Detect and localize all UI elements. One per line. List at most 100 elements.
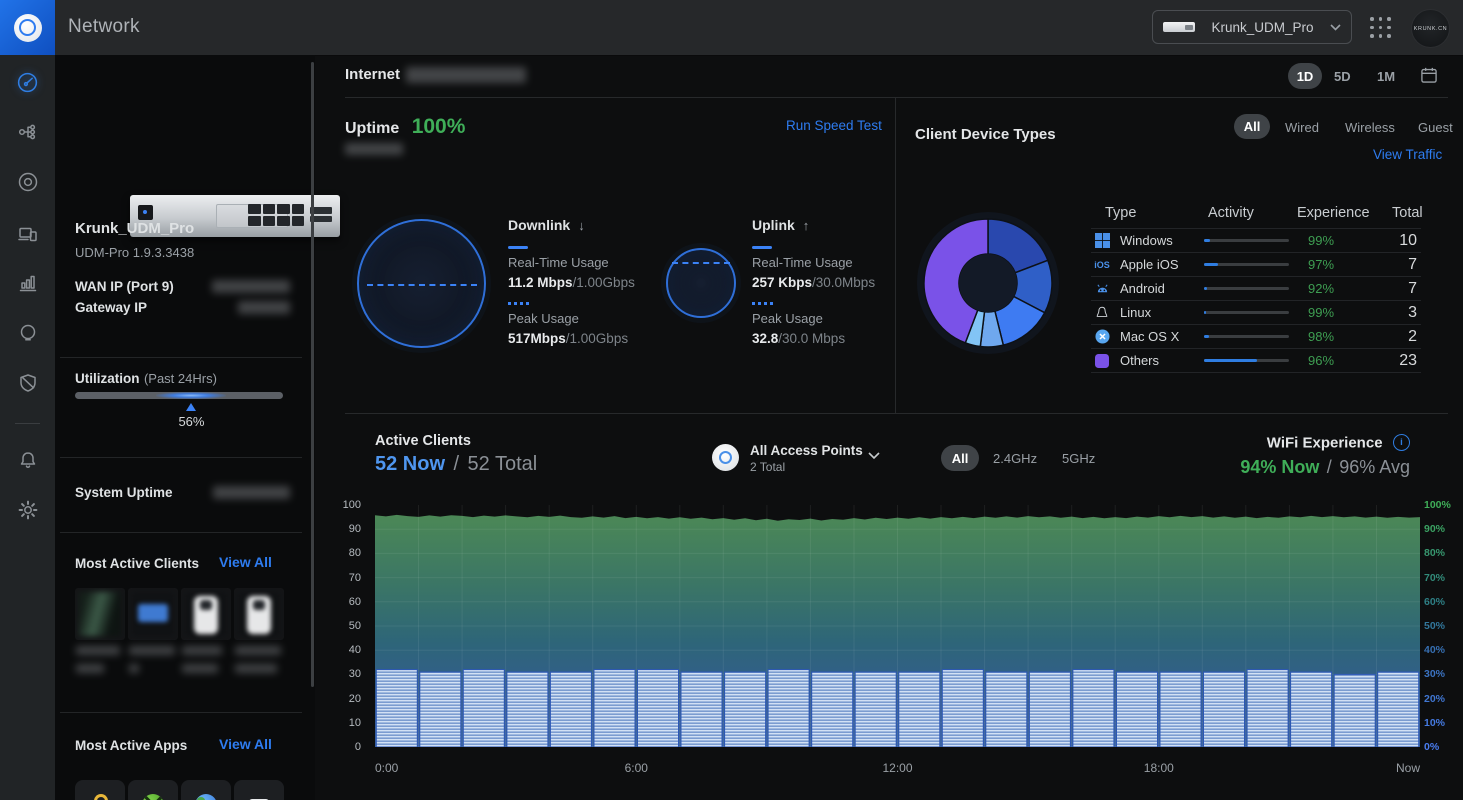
internet-title: Internet [345,66,400,83]
os-name: Windows [1120,233,1204,248]
client-type-row[interactable]: Linux 99% 3 [1091,301,1421,325]
right-axis-tick: 20% [1424,693,1445,705]
os-name: Android [1120,281,1204,296]
apps-grid-button[interactable] [1370,17,1392,39]
utilization-marker-icon [186,403,196,411]
right-axis-tick: 70% [1424,572,1445,584]
client-type-row[interactable]: Windows 99% 10 [1091,228,1421,253]
view-traffic-link[interactable]: View Traffic [1373,147,1442,162]
topbar: Network Krunk_UDM_Pro KRUNK.CN [0,0,1463,56]
column-divider [895,98,896,413]
total-value: 7 [1354,280,1421,298]
peak-legend-icon [752,302,774,305]
client-types-tab-wireless[interactable]: Wireless [1345,120,1395,135]
unifi-network-dashboard: Network Krunk_UDM_Pro KRUNK.CN [0,0,1463,800]
time-range-1d[interactable]: 1D [1288,63,1322,89]
client-type-row[interactable]: iOS Apple iOS 97% 7 [1091,253,1421,277]
insights-bulb-icon [16,321,40,345]
band-tab-all[interactable]: All [941,445,979,471]
client-types-tab-guest[interactable]: Guest [1418,120,1453,135]
linux-icon [1093,305,1111,321]
uplink-realtime-label: Real-Time Usage [752,255,853,270]
left-axis-tick: 20 [349,693,361,705]
nav-topology[interactable] [0,111,55,153]
x-axis: 0:006:0012:0018:00Now [375,761,1420,777]
x-axis-tick: 12:00 [882,761,912,775]
nav-dashboard[interactable] [0,61,55,103]
column-header-experience: Experience [1297,205,1370,221]
client-types-tab-all[interactable]: All [1234,114,1270,139]
total-value: 23 [1354,352,1421,370]
experience-value: 92% [1308,281,1354,296]
account-avatar[interactable]: KRUNK.CN [1411,9,1450,48]
calendar-button[interactable] [1419,65,1439,90]
client-type-row[interactable]: Android 92% 7 [1091,277,1421,301]
left-axis-tick: 0 [355,741,361,753]
total-value: 7 [1354,256,1421,274]
realtime-legend-icon [508,246,528,249]
wan-ip-label: WAN IP (Port 9) [75,279,174,294]
info-icon[interactable]: i [1393,434,1410,451]
device-selector-dropdown[interactable]: Krunk_UDM_Pro [1152,10,1352,44]
redacted-wan-ip [212,280,290,293]
right-axis-tick: 100% [1424,499,1451,511]
wifi-experience-label: WiFi Experience [1267,434,1383,451]
uplink-peak-marker [672,262,730,264]
os-name: Apple iOS [1120,257,1204,272]
panel-divider [60,457,302,458]
activity-bar [1204,239,1289,242]
nav-clients[interactable] [0,213,55,255]
active-clients-title: Active Clients [375,433,471,449]
system-uptime-label: System Uptime [75,485,173,500]
column-header-total: Total [1392,205,1423,221]
app-tile-web[interactable] [181,780,231,800]
bell-icon [16,448,40,472]
app-tile-secure-traffic[interactable] [75,780,125,800]
peak-legend-icon [508,302,530,305]
apple-ios-icon: iOS [1093,257,1111,273]
left-axis-tick: 60 [349,596,361,608]
nav-statistics[interactable] [0,262,55,304]
band-tab-24ghz[interactable]: 2.4GHz [993,451,1037,466]
x-axis-tick: 0:00 [375,761,398,775]
redacted-gateway-ip [238,301,290,314]
downlink-peak-label: Peak Usage [508,311,579,326]
left-axis-tick: 40 [349,644,361,656]
others-icon [1093,353,1111,369]
topology-icon [16,120,40,144]
run-speed-test-link[interactable]: Run Speed Test [786,118,882,133]
right-axis: 0%10%20%30%40%50%60%70%80%90%100% [1424,505,1463,747]
client-types-tab-wired[interactable]: Wired [1285,120,1319,135]
nav-threat-management[interactable] [0,362,55,404]
uplink-header: Uplink↑ [752,217,809,235]
client-type-row[interactable]: Others 96% 23 [1091,349,1421,373]
device-model: UDM-Pro 1.9.3.3438 [75,245,194,260]
left-axis-tick: 10 [349,717,361,729]
downlink-header: Downlink↓ [508,217,585,235]
app-tile-downloads[interactable] [234,780,284,800]
unifi-device-icon [16,170,40,194]
time-range-5d[interactable]: 5D [1334,69,1351,84]
wifi-experience-header: WiFi Experience i [1130,434,1410,452]
redacted-system-uptime [213,486,290,499]
nav-insights[interactable] [0,312,55,354]
app-tile-xbox[interactable] [128,780,178,800]
client-type-row[interactable]: Mac OS X 98% 2 [1091,325,1421,349]
experience-value: 98% [1308,329,1354,344]
panel-divider [60,357,302,358]
uplink-peak-value: 32.8/30.0 Mbps [752,330,845,348]
client-types-table: Windows 99% 10 iOS Apple iOS 97% 7 Andro… [1091,228,1421,373]
time-range-1m[interactable]: 1M [1377,69,1395,84]
left-axis-tick: 80 [349,547,361,559]
ubiquiti-logo-icon[interactable] [0,0,55,55]
chevron-down-icon [1330,24,1341,31]
nav-unifi-devices[interactable] [0,161,55,203]
band-tab-5ghz[interactable]: 5GHz [1062,451,1095,466]
active-clients-count: 52 Now / 52 Total [375,453,537,476]
device-selector-label: Krunk_UDM_Pro [1205,20,1320,35]
right-axis-tick: 30% [1424,668,1445,680]
realtime-legend-icon [752,246,772,249]
section-divider [345,97,1448,98]
left-axis-tick: 100 [343,499,361,511]
nav-notifications[interactable] [0,439,55,481]
